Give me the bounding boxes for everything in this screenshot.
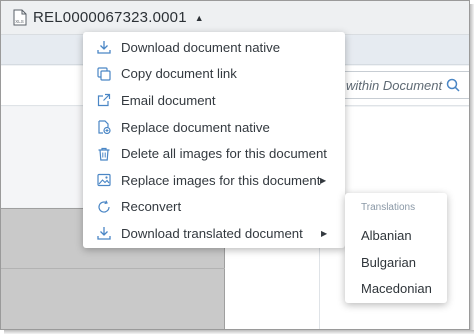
window-shadow-bottom bbox=[4, 330, 474, 334]
menu-item-label: Download document native bbox=[121, 39, 281, 55]
document-id-title[interactable]: REL0000067323.0001 bbox=[33, 9, 187, 26]
menu-item-label: Download translated document bbox=[121, 225, 303, 241]
viewer-divider bbox=[1, 268, 225, 269]
menu-item-download-translated[interactable]: Download translated document ▶ bbox=[83, 220, 345, 247]
document-title-bar: XLS REL0000067323.0001 ▲ bbox=[1, 1, 469, 35]
document-actions-menu: Download document native Copy document l… bbox=[83, 32, 345, 248]
excel-file-icon: XLS bbox=[13, 9, 27, 26]
menu-item-label: Replace document native bbox=[121, 119, 270, 135]
menu-item-label: Copy document link bbox=[121, 66, 237, 82]
translations-heading: Translations bbox=[361, 202, 416, 213]
trash-icon bbox=[96, 146, 112, 162]
menu-item-download-native[interactable]: Download document native bbox=[83, 34, 345, 61]
menu-item-label: Delete all images for this document bbox=[121, 146, 327, 162]
download-icon bbox=[96, 39, 112, 55]
menu-item-email[interactable]: Email document bbox=[83, 87, 345, 114]
search-icon[interactable] bbox=[446, 78, 460, 92]
chevron-right-icon: ▶ bbox=[320, 175, 327, 185]
share-icon bbox=[96, 92, 112, 108]
translations-submenu: Translations Albanian Bulgarian Macedoni… bbox=[345, 193, 447, 303]
translation-option-bulgarian[interactable]: Bulgarian bbox=[345, 250, 447, 277]
refresh-icon bbox=[96, 199, 112, 215]
translation-option-macedonian[interactable]: Macedonian bbox=[345, 276, 447, 303]
menu-item-replace-native[interactable]: Replace document native bbox=[83, 114, 345, 141]
window-shadow-right bbox=[470, 4, 474, 334]
search-within-document-input[interactable]: within Document bbox=[327, 71, 469, 99]
menu-item-replace-images[interactable]: Replace images for this document ▶ bbox=[83, 167, 345, 194]
menu-item-label: Reconvert bbox=[121, 199, 182, 215]
caret-up-icon[interactable]: ▲ bbox=[195, 13, 204, 23]
copy-icon bbox=[96, 66, 112, 82]
search-placeholder: within Document bbox=[346, 77, 443, 93]
translation-option-albanian[interactable]: Albanian bbox=[345, 223, 447, 250]
menu-item-copy-link[interactable]: Copy document link bbox=[83, 61, 345, 88]
replace-file-icon bbox=[96, 119, 112, 135]
chevron-right-icon: ▶ bbox=[321, 228, 328, 238]
svg-text:XLS: XLS bbox=[15, 19, 24, 24]
image-icon bbox=[96, 172, 112, 188]
download-icon bbox=[96, 225, 112, 241]
left-panel bbox=[1, 107, 87, 207]
menu-item-label: Replace images for this document bbox=[121, 172, 321, 188]
menu-item-delete-images[interactable]: Delete all images for this document bbox=[83, 140, 345, 167]
menu-item-label: Email document bbox=[121, 92, 216, 108]
menu-item-reconvert[interactable]: Reconvert bbox=[83, 194, 345, 221]
app-window: XLS REL0000067323.0001 ▲ within Document… bbox=[0, 0, 470, 330]
